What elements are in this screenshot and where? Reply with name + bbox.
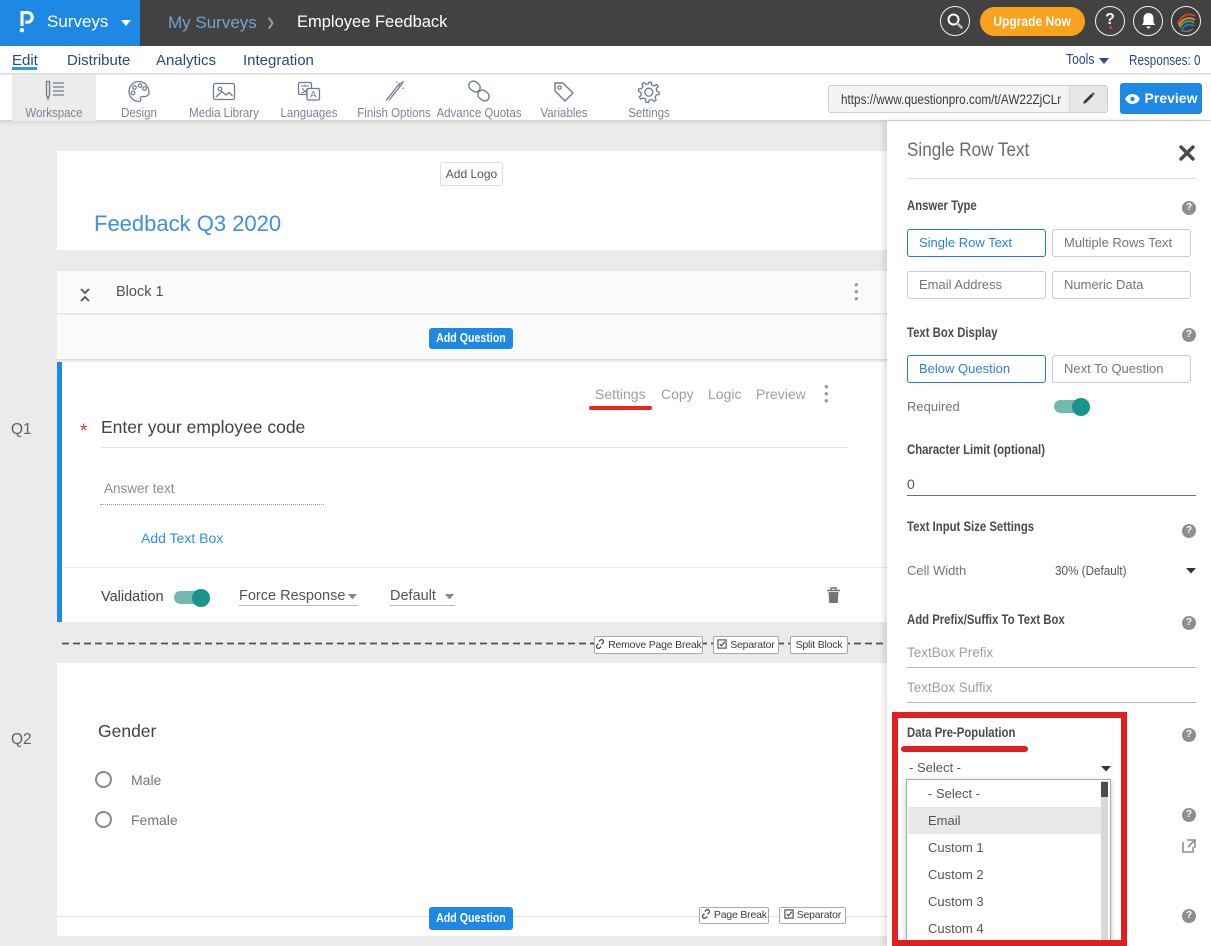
svg-text:A: A: [310, 90, 317, 101]
